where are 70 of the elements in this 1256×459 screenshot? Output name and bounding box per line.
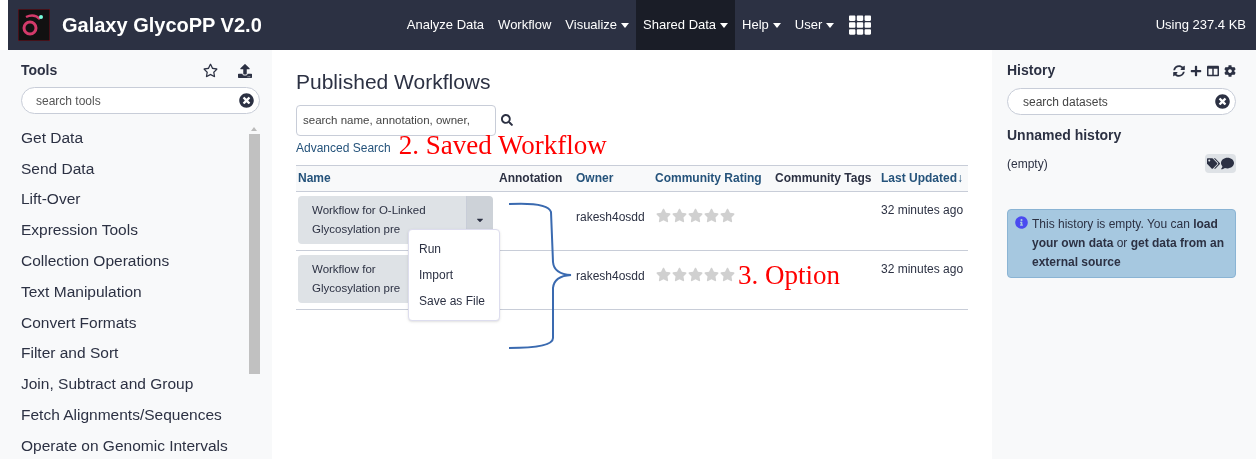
tags-annotation-button[interactable] [1205, 154, 1236, 173]
star-icon[interactable] [656, 266, 671, 282]
tool-search-field[interactable]: search tools [21, 87, 260, 114]
tool-section-link[interactable]: Lift-Over [21, 183, 248, 215]
column-header[interactable]: Last Updated↓ [879, 165, 968, 191]
last-updated-cell: 32 minutes ago [879, 191, 968, 250]
dataset-search-field[interactable]: search datasets [1007, 88, 1236, 115]
column-header[interactable]: Community Rating [653, 165, 773, 191]
clear-icon[interactable] [239, 93, 254, 108]
tags-icon [1207, 157, 1220, 170]
tool-section-link[interactable]: Send Data [21, 152, 248, 184]
owner-cell: rakesh4osdd [574, 250, 653, 309]
workflow-search-field[interactable]: search name, annotation, owner, [296, 104, 496, 136]
caret-icon [772, 22, 781, 28]
history-status: (empty) [1007, 155, 1048, 173]
info-icon [1015, 216, 1028, 229]
tool-section-link[interactable]: Fetch Alignments/Sequences [21, 399, 248, 430]
last-updated-cell: 32 minutes ago [879, 250, 968, 309]
tool-section-link[interactable]: Collection Operations [21, 245, 248, 276]
nav-menu-item[interactable]: Visualize [558, 0, 637, 50]
column-header: Community Tags [773, 165, 879, 191]
column-header: Annotation [497, 165, 574, 191]
tool-section-link[interactable]: Operate on Genomic Intervals [21, 429, 248, 459]
caret-icon [826, 22, 835, 28]
history-name[interactable]: Unnamed history [1007, 125, 1236, 146]
tool-section-link[interactable]: Filter and Sort [21, 337, 248, 369]
tool-section-link[interactable]: Text Manipulation [21, 276, 248, 307]
tools-title: Tools [21, 61, 58, 80]
advanced-search-link[interactable]: Advanced Search [296, 138, 391, 157]
star-icon[interactable] [704, 207, 719, 223]
settings-icon[interactable] [1224, 64, 1236, 77]
alert-message: This history is empty. You can load your own data or get data from an external source [1032, 216, 1226, 271]
star-icon[interactable] [672, 266, 687, 282]
history-title: History [1007, 61, 1056, 80]
star-icon[interactable] [704, 266, 719, 282]
workflow-name-button[interactable]: Workflow for O-Linked Glycosylation pre [298, 195, 466, 244]
tool-section-link[interactable]: Get Data [21, 122, 248, 153]
tool-section-link[interactable]: Join, Subtract and Group [21, 368, 248, 400]
caret-icon [720, 22, 729, 28]
nav-menu-item[interactable]: Analyze Data [399, 0, 492, 50]
nav-menu-item[interactable]: Help [735, 0, 788, 50]
clear-icon[interactable] [1215, 94, 1230, 109]
comment-icon [1221, 157, 1234, 170]
star-icon[interactable] [720, 207, 735, 223]
refresh-icon[interactable] [1173, 64, 1185, 77]
upload-icon[interactable] [238, 63, 252, 78]
annotation-label: 3. Option [738, 260, 840, 290]
star-icon[interactable] [656, 207, 671, 223]
tool-section-link[interactable]: Expression Tools [21, 214, 248, 246]
column-header[interactable]: Owner [574, 165, 653, 191]
column-header[interactable]: Name [296, 165, 497, 191]
nav-menu-item[interactable]: User [787, 0, 842, 50]
star-icon[interactable] [720, 266, 735, 282]
page-title: Published Workflows [296, 69, 492, 95]
brand-title[interactable]: Galaxy GlycoPP V2.0 [62, 10, 262, 40]
star-icon[interactable] [672, 207, 687, 223]
apps-grid-icon[interactable] [849, 14, 872, 36]
columns-icon[interactable] [1207, 64, 1219, 77]
owner-cell: rakesh4osdd [574, 191, 653, 250]
caret-icon [621, 22, 630, 28]
star-icon[interactable] [688, 266, 703, 282]
nav-menu-item[interactable]: Workflow [491, 0, 559, 50]
star-icon[interactable] [688, 207, 703, 223]
tool-section-link[interactable]: Convert Formats [21, 306, 248, 338]
usage-text: Using 237.4 KB [1155, 16, 1246, 35]
nav-menu-item[interactable]: Shared Data [636, 0, 736, 50]
plus-icon[interactable] [1190, 64, 1202, 77]
star-icon[interactable] [203, 63, 218, 78]
search-icon[interactable] [501, 114, 513, 126]
logo-icon[interactable] [18, 9, 50, 41]
